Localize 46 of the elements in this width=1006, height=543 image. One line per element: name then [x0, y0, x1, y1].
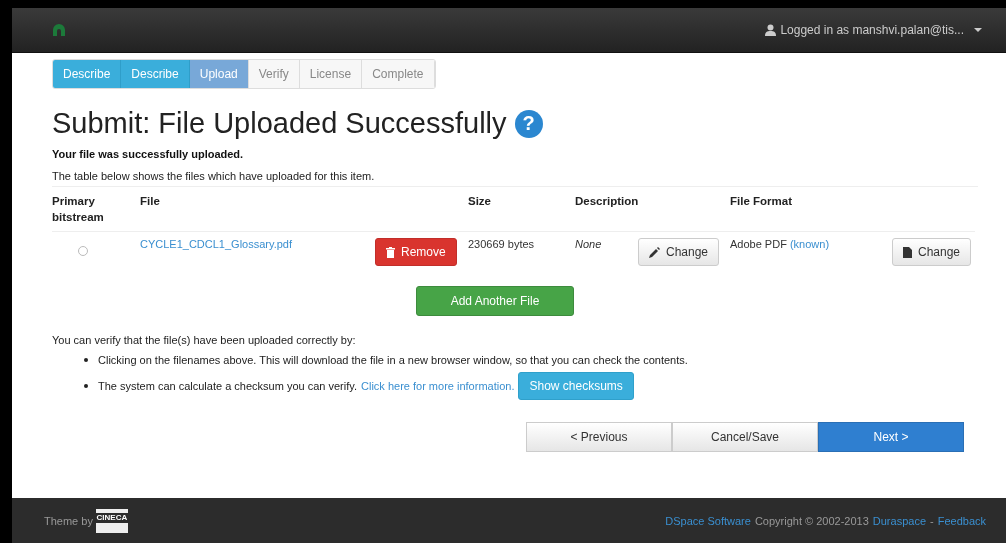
nav-button[interactable]: < Previous [526, 422, 672, 453]
cineca-logo[interactable]: CINECA [94, 507, 129, 534]
step-tab[interactable]: Describe [53, 60, 122, 88]
verify-intro: You can verify that the file(s) have been uploaded correctly by: [52, 334, 357, 347]
user-icon [765, 24, 777, 36]
file-icon [903, 246, 912, 258]
add-file-button[interactable]: Add Another File [416, 286, 574, 317]
change-button[interactable]: Change [892, 238, 972, 267]
info-link[interactable]: Click here for more information. [361, 380, 515, 393]
table-caption: The table below shows the files which have uploaded for this item. [52, 170, 376, 182]
step-tab[interactable]: License [299, 60, 363, 88]
footer-link[interactable]: Feedback [937, 514, 986, 527]
page-title: Submit: File Uploaded Successfully [52, 107, 507, 140]
bullet-text: Clicking on the filenames above. This will download the file in a new browser window, so that you can check the contents. [98, 354, 688, 367]
success-message: Your file was successfully uploaded. [52, 148, 245, 160]
step-tab[interactable]: Upload [189, 60, 249, 88]
checksums-button[interactable]: Show checksums [518, 372, 634, 401]
file-link[interactable]: CYCLE1_CDCL1_Glossary.pdf [140, 238, 293, 251]
column-header: Description [575, 187, 730, 233]
footer-link[interactable]: Duraspace [872, 514, 926, 527]
footer-text: - [930, 514, 934, 527]
footer-link[interactable]: DSpace Software [665, 514, 751, 527]
next-button[interactable]: Next > [818, 422, 964, 453]
column-header: Size [468, 187, 575, 233]
user-menu[interactable]: Logged in as manshvi.palan@tis... [765, 23, 982, 37]
column-header: File [140, 187, 468, 233]
nav-button[interactable]: Cancel/Save [672, 422, 818, 453]
bullet-text: The system can calculate a checksum you can verify. [98, 380, 357, 393]
footer-text: Copyright © 2002-2013 [754, 514, 869, 527]
step-tab[interactable]: Complete [362, 60, 435, 88]
table-cell: 230669 bytes [468, 238, 535, 251]
caret-icon [974, 27, 982, 33]
pencil-icon [649, 246, 660, 258]
step-tab[interactable]: Verify [248, 60, 300, 88]
change-button[interactable]: Change [638, 238, 720, 267]
format-link[interactable]: (known) [789, 238, 830, 251]
theme-label: Theme by [44, 514, 93, 527]
column-header: File Format [730, 187, 975, 233]
logo-icon[interactable] [52, 23, 66, 37]
help-icon[interactable]: ? [514, 109, 543, 138]
step-tab[interactable]: Describe [121, 60, 190, 88]
column-header: Primary bitstream [52, 187, 140, 233]
trash-icon [386, 246, 395, 258]
table-cell: None [575, 238, 602, 251]
table-cell: Adobe PDF [730, 238, 787, 251]
remove-button[interactable]: Remove [375, 238, 457, 267]
